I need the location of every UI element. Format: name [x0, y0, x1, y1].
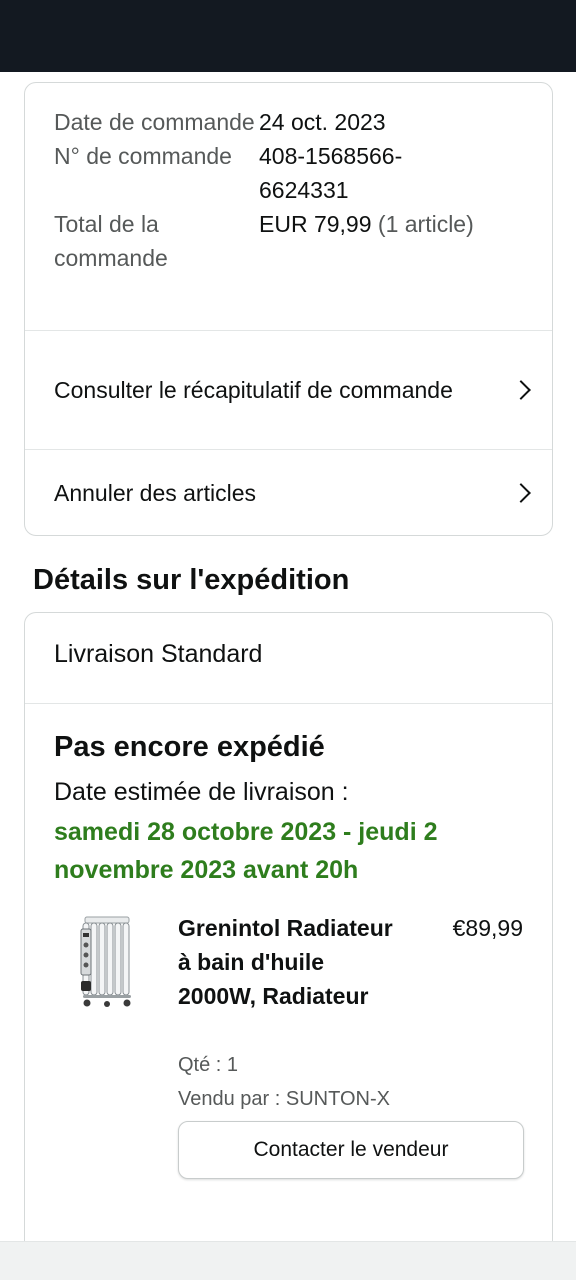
order-date-row: Date de commande 24 oct. 2023 [54, 105, 524, 139]
order-info: Date de commande 24 oct. 2023 N° de comm… [54, 105, 524, 275]
shipping-method: Livraison Standard [54, 640, 263, 668]
product-seller: Vendu par : SUNTON-X [178, 1088, 390, 1110]
estimated-delivery-date: samedi 28 octobre 2023 - jeudi 2 novembr… [54, 818, 438, 884]
order-total-value: EUR 79,99 (1 article) [259, 207, 524, 275]
product-quantity: Qté : 1 [178, 1054, 239, 1076]
product-price: €89,99 [452, 915, 523, 941]
order-total-amount: EUR 79,99 [259, 211, 372, 237]
divider [25, 703, 552, 704]
estimated-delivery-label: Date estimée de livraison : [54, 778, 349, 806]
view-order-summary-label: Consulter le récapitulatif de commande [54, 377, 453, 403]
order-total-row: Total de la commande EUR 79,99 (1 articl… [54, 207, 524, 275]
chevron-right-icon [511, 380, 531, 400]
contact-seller-button[interactable]: Contacter le vendeur [178, 1121, 524, 1179]
order-number-value: 408-1568566-6624331 [259, 143, 403, 203]
shipment-status: Pas encore expédié [54, 731, 325, 763]
shipment-card: Livraison Standard Pas encore expédié Da… [24, 612, 553, 1252]
order-number-label: N° de commande [54, 143, 232, 169]
order-number-row: N° de commande 408-1568566-6624331 [54, 139, 524, 207]
cancel-items-label: Annuler des articles [54, 480, 256, 506]
shipping-details-title: Détails sur l'expédition [33, 564, 350, 596]
chevron-right-icon [511, 483, 531, 503]
oil-radiator-image[interactable] [77, 911, 137, 1009]
view-order-summary-link[interactable]: Consulter le récapitulatif de commande [25, 331, 552, 449]
product-title-link[interactable]: Grenintol Radiateur à bain d'huile 2000W… [178, 911, 408, 1013]
order-date-label: Date de commande [54, 109, 255, 135]
order-total-item-count: (1 article) [377, 211, 474, 237]
status-bar [0, 0, 576, 72]
order-info-card: Date de commande 24 oct. 2023 N° de comm… [24, 82, 553, 536]
order-date-value: 24 oct. 2023 [259, 109, 386, 135]
bottom-bar [0, 1241, 576, 1280]
cancel-items-link[interactable]: Annuler des articles [25, 450, 552, 535]
order-total-label: Total de la commande [54, 211, 168, 271]
